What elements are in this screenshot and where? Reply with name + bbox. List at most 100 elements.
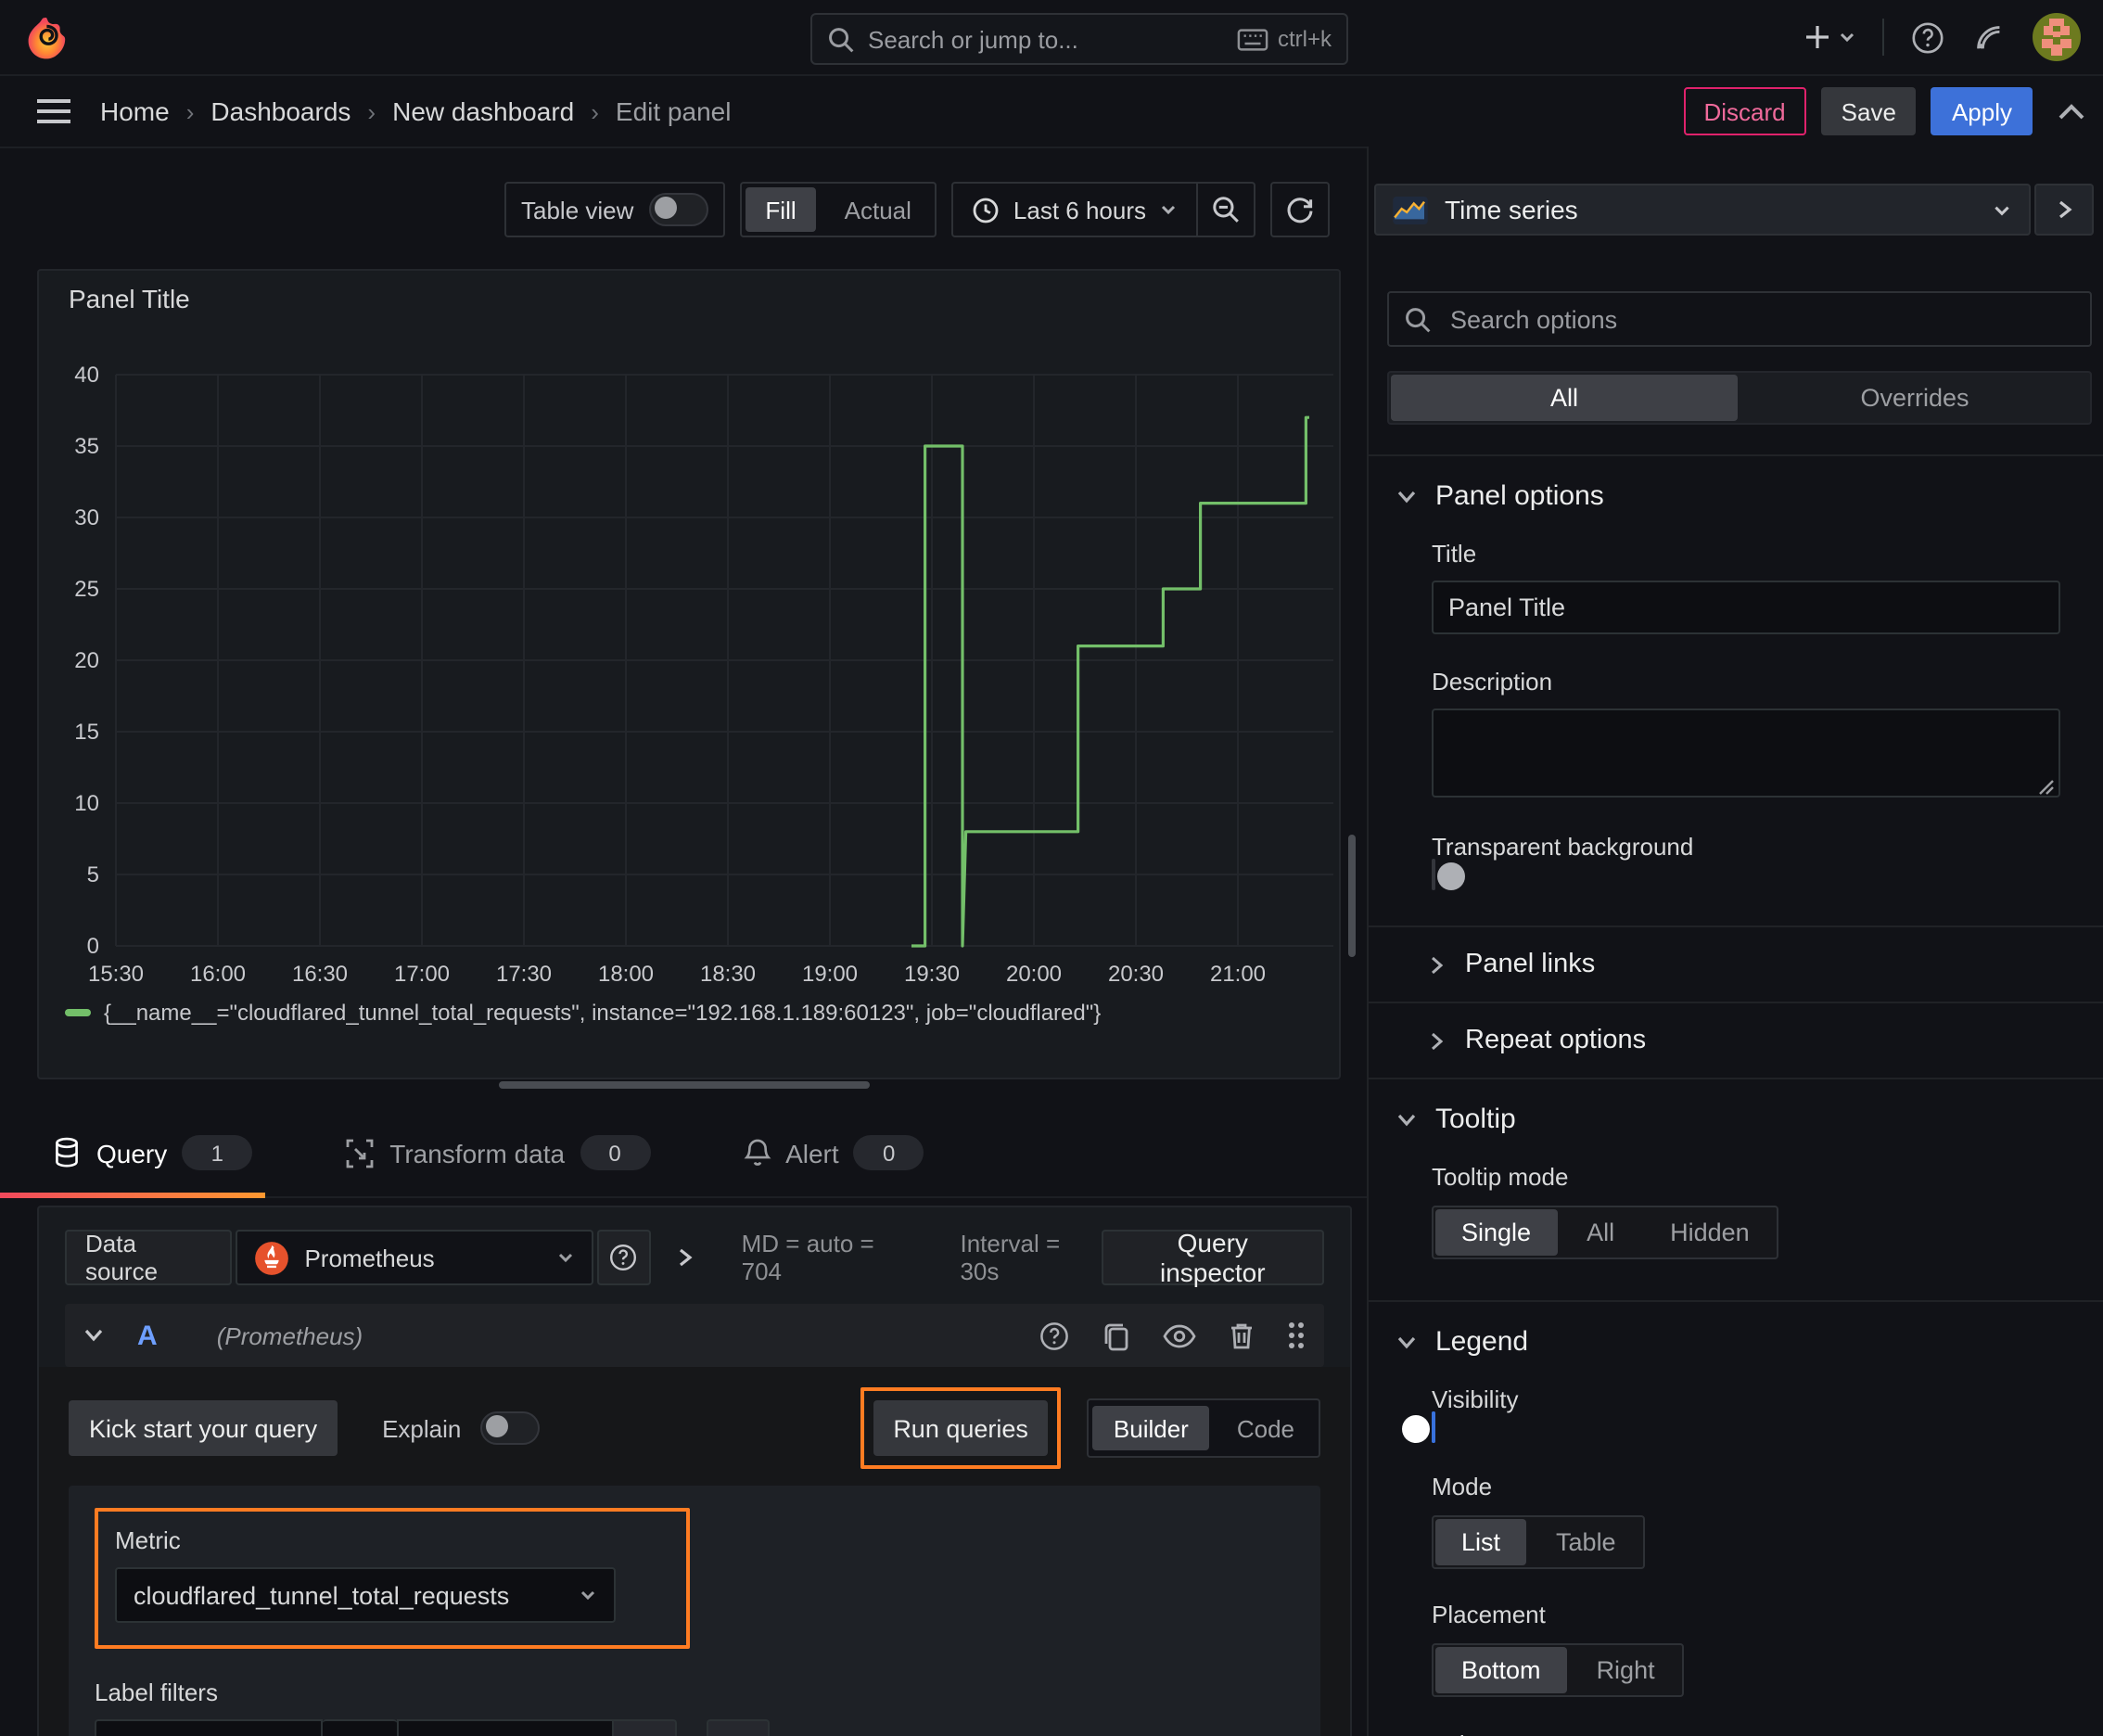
options-search[interactable] xyxy=(1387,291,2092,347)
toggle-visibility-icon[interactable] xyxy=(1163,1323,1196,1347)
datasource-help-button[interactable] xyxy=(596,1230,651,1285)
query-editor-body: Kick start your query Explain Run querie… xyxy=(39,1367,1350,1736)
select-value-dropdown[interactable]: Select value xyxy=(397,1719,614,1736)
drag-handle-icon[interactable] xyxy=(1287,1321,1306,1350)
breadcrumb-new-dashboard[interactable]: New dashboard xyxy=(392,96,574,126)
legend-placement-switcher: Bottom Right xyxy=(1432,1643,1685,1697)
toggle-viz-picker-button[interactable] xyxy=(2034,184,2094,236)
kick-start-button[interactable]: Kick start your query xyxy=(69,1400,338,1456)
tab-query-label: Query xyxy=(96,1138,168,1168)
tab-overrides[interactable]: Overrides xyxy=(1741,375,2088,421)
code-option[interactable]: Code xyxy=(1217,1406,1315,1450)
transparent-background-toggle[interactable] xyxy=(1432,859,1465,890)
tab-alert[interactable]: Alert 0 xyxy=(717,1109,950,1196)
add-filter-button[interactable] xyxy=(707,1719,770,1736)
breadcrumb: Home › Dashboards › New dashboard › Edit… xyxy=(100,96,731,126)
options-search-input[interactable] xyxy=(1447,303,2075,335)
breadcrumb-separator: › xyxy=(367,97,376,125)
max-data-points: MD = auto = 704 xyxy=(741,1230,874,1285)
menu-icon[interactable] xyxy=(37,98,70,124)
duplicate-query-icon[interactable] xyxy=(1102,1320,1131,1351)
user-avatar[interactable] xyxy=(2033,13,2081,61)
refresh-button[interactable] xyxy=(1272,184,1328,236)
breadcrumb-edit-panel: Edit panel xyxy=(615,96,732,126)
breadcrumb-dashboards[interactable]: Dashboards xyxy=(210,96,350,126)
run-queries-button[interactable]: Run queries xyxy=(873,1400,1049,1456)
grafana-logo-icon[interactable] xyxy=(24,15,69,59)
placement-bottom-option[interactable]: Bottom xyxy=(1435,1647,1567,1693)
mode-list-option[interactable]: List xyxy=(1435,1519,1527,1565)
search-icon xyxy=(827,25,855,53)
operator-dropdown[interactable]: = xyxy=(323,1719,397,1736)
mode-table-option[interactable]: Table xyxy=(1530,1519,1642,1565)
table-view-toggle[interactable] xyxy=(648,193,708,226)
chevron-down-icon xyxy=(1397,490,1416,503)
query-count-badge: 1 xyxy=(182,1135,253,1170)
legend-item[interactable]: {__name__="cloudflared_tunnel_total_requ… xyxy=(65,1000,1101,1026)
placement-label: Placement xyxy=(1432,1601,1546,1628)
datasource-picker[interactable]: Prometheus xyxy=(236,1230,593,1285)
builder-option[interactable]: Builder xyxy=(1092,1406,1209,1450)
save-button[interactable]: Save xyxy=(1820,87,1917,135)
fill-actual-switcher: Fill Actual xyxy=(739,182,937,237)
collapse-up-icon[interactable] xyxy=(2058,103,2084,120)
legend-label: {__name__="cloudflared_tunnel_total_requ… xyxy=(104,1000,1102,1026)
time-series-chart[interactable]: 0 5 10 15 20 25 30 35 40 15:30 16:00 16:30 17:00 17:3… xyxy=(39,271,1339,1078)
panel-options-section-header[interactable]: Panel options xyxy=(1369,456,2103,512)
panel-links-section-header[interactable]: Panel links xyxy=(1369,927,2103,1002)
svg-text:16:00: 16:00 xyxy=(190,962,246,987)
tooltip-single-option[interactable]: Single xyxy=(1435,1209,1558,1256)
svg-text:15:30: 15:30 xyxy=(88,962,144,987)
query-stats: MD = auto = 704 Interval = 30s xyxy=(742,1230,1102,1285)
metric-select[interactable]: cloudflared_tunnel_total_requests xyxy=(115,1567,616,1623)
discard-button[interactable]: Discard xyxy=(1683,87,1806,135)
global-search-input[interactable]: Search or jump to... ctrl+k xyxy=(810,13,1348,65)
select-label-dropdown[interactable]: Select label xyxy=(95,1719,323,1736)
resize-corner-icon[interactable] xyxy=(2038,779,2055,796)
tab-transform-data[interactable]: Transform data 0 xyxy=(319,1109,676,1196)
scrollbar-thumb[interactable] xyxy=(1348,835,1356,957)
query-help-icon[interactable] xyxy=(1039,1320,1070,1351)
title-label: Title xyxy=(1432,540,1477,568)
tooltip-hidden-option[interactable]: Hidden xyxy=(1644,1209,1776,1256)
query-ref-id[interactable]: A xyxy=(137,1320,158,1351)
tab-query[interactable]: Query 1 xyxy=(0,1109,278,1198)
query-inspector-button[interactable]: Query inspector xyxy=(1101,1228,1324,1287)
chevron-down-icon xyxy=(580,1590,595,1601)
zoom-out-button[interactable] xyxy=(1198,184,1254,236)
svg-text:35: 35 xyxy=(74,434,99,459)
visualization-picker[interactable]: Time series xyxy=(1374,184,2031,236)
panel-title-input[interactable] xyxy=(1432,581,2060,634)
news-icon[interactable] xyxy=(1971,19,2007,55)
visualization-name: Time series xyxy=(1445,195,1578,224)
remove-filter-button[interactable] xyxy=(614,1719,677,1736)
pane-resize-handle[interactable] xyxy=(499,1081,870,1089)
chart-panel: 0 5 10 15 20 25 30 35 40 15:30 16:00 16:30 17:00 17:3… xyxy=(37,269,1341,1079)
explain-label: Explain xyxy=(382,1414,462,1442)
description-textarea[interactable] xyxy=(1432,708,2060,798)
explain-toggle[interactable] xyxy=(479,1411,540,1445)
placement-right-option[interactable]: Right xyxy=(1571,1647,1681,1693)
tooltip-all-option[interactable]: All xyxy=(1561,1209,1640,1256)
actual-option[interactable]: Actual xyxy=(824,187,932,232)
new-dashboard-button[interactable] xyxy=(1803,22,1856,52)
metric-annotation: Metric cloudflared_tunnel_total_requests xyxy=(95,1508,690,1649)
expand-chevron-icon[interactable] xyxy=(677,1246,694,1269)
svg-text:20:30: 20:30 xyxy=(1108,962,1164,987)
breadcrumb-separator: › xyxy=(185,97,195,125)
legend-visibility-toggle[interactable] xyxy=(1402,1411,1435,1443)
query-row-header[interactable]: A (Prometheus) xyxy=(65,1304,1324,1367)
help-icon[interactable] xyxy=(1910,19,1945,55)
tab-alert-label: Alert xyxy=(785,1138,839,1168)
fill-option[interactable]: Fill xyxy=(745,187,817,232)
visibility-label: Visibility xyxy=(1432,1385,1519,1413)
tooltip-section-header[interactable]: Tooltip xyxy=(1369,1079,2103,1135)
tab-all[interactable]: All xyxy=(1391,375,1738,421)
delete-query-icon[interactable] xyxy=(1228,1321,1255,1350)
time-range-picker[interactable]: Last 6 hours xyxy=(954,196,1196,223)
apply-button[interactable]: Apply xyxy=(1931,87,2033,135)
legend-section-header[interactable]: Legend xyxy=(1369,1302,2103,1358)
breadcrumb-home[interactable]: Home xyxy=(100,96,170,126)
edit-panel-content: Table view Fill Actual Last 6 hours 0 5 … xyxy=(0,147,1367,1736)
repeat-options-section-header[interactable]: Repeat options xyxy=(1369,1003,2103,1078)
